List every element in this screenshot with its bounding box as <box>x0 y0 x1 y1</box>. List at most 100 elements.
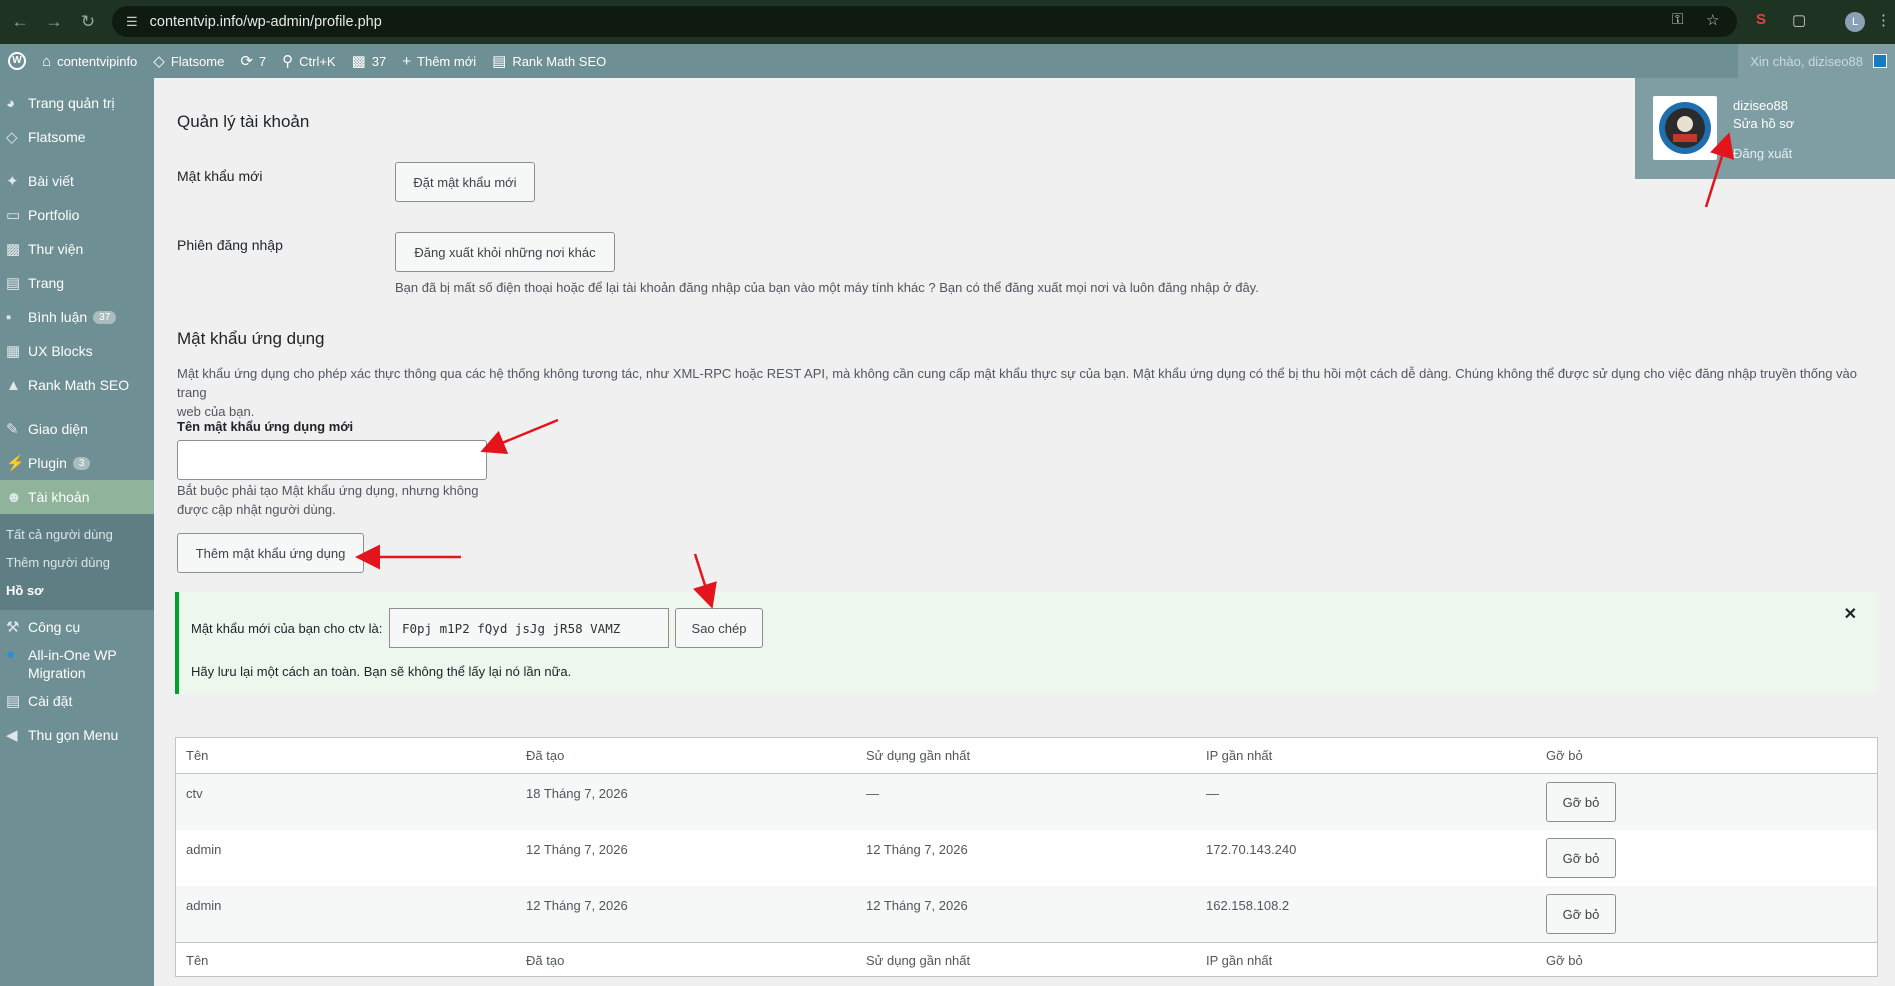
address-bar[interactable]: ☰ contentvip.info/wp-admin/profile.php <box>112 6 1737 37</box>
extension-s-icon[interactable]: S <box>1756 11 1766 28</box>
back-arrow-icon[interactable]: ← <box>6 8 34 36</box>
comment-icon: ▩ <box>351 53 366 70</box>
submenu-profile[interactable]: Hồ sơ <box>0 576 154 604</box>
sessions-label: Phiên đăng nhập <box>177 237 283 253</box>
notice-prefix: Mật khẩu mới của bạn cho <box>191 621 345 636</box>
cell-last-used: 12 Tháng 7, 2026 <box>866 842 968 857</box>
menu-rank-math[interactable]: ▲ Rank Math SEO <box>0 368 154 402</box>
wp-admin-bar: W ⌂ contentvipinfo ◇ Flatsome ⟳ 7 ⚲ Ctrl+K ▩… <box>0 44 1895 78</box>
close-notice-icon[interactable]: ✕ <box>1844 604 1857 624</box>
menu-plugins[interactable]: ⚡ Plugin 3 <box>0 446 154 480</box>
menu-migration[interactable]: ● All-in-One WP Migration <box>0 644 154 684</box>
menu-appearance[interactable]: ✎ Giao diện <box>0 412 154 446</box>
user-icon: ☻ <box>6 488 22 506</box>
logout-everywhere-button[interactable]: Đăng xuất khỏi những nơi khác <box>395 232 615 272</box>
logout-link[interactable]: Đăng xuất <box>1733 146 1792 161</box>
admin-bar-account[interactable]: Xin chào, diziseo88 <box>1738 44 1895 78</box>
cell-name: ctv <box>186 786 203 801</box>
site-settings-icon[interactable]: ☰ <box>126 14 138 30</box>
revoke-button[interactable]: Gỡ bỏ <box>1546 894 1616 934</box>
greeting-text: Xin chào, diziseo88 <box>1750 53 1863 69</box>
copy-password-button[interactable]: Sao chép <box>675 608 763 648</box>
extensions-puzzle-icon[interactable]: ▢ <box>1792 11 1806 29</box>
menu-tools[interactable]: ⚒ Công cụ <box>0 610 154 644</box>
pin-icon: ✦ <box>6 173 19 190</box>
footer-name[interactable]: Tên <box>186 953 208 968</box>
wordpress-logo-icon[interactable]: W <box>0 44 34 78</box>
key-icon[interactable]: ⚿ <box>1672 11 1683 28</box>
avatar-logo-icon <box>1659 102 1711 154</box>
submenu-all-users[interactable]: Tất cả người dùng <box>0 520 154 548</box>
header-name[interactable]: Tên <box>186 748 208 763</box>
app-password-hint: Bắt buộc phải tạo Mật khẩu ứng dụng, như… <box>177 481 478 519</box>
admin-bar-search[interactable]: ⚲ Ctrl+K <box>274 44 343 78</box>
add-app-password-button[interactable]: Thêm mật khẩu ứng dụng <box>177 533 364 573</box>
menu-label: Bình luận <box>28 309 88 325</box>
grid-icon: ▦ <box>6 343 21 360</box>
admin-sidebar: ◕ Trang quản trị ◇ Flatsome ✦ Bài viết ▭ Por… <box>0 78 154 986</box>
menu-dashboard[interactable]: ◕ Trang quản trị <box>0 86 154 120</box>
cell-last-used: 12 Tháng 7, 2026 <box>866 898 968 913</box>
admin-bar-new[interactable]: + Thêm mới <box>394 44 484 78</box>
profile-avatar[interactable]: L <box>1845 12 1865 32</box>
app-passwords-desc-line1: Mật khẩu ứng dụng cho phép xác thực thôn… <box>177 366 1858 400</box>
new-app-password-name-input[interactable] <box>177 440 487 480</box>
menu-label: Thư viện <box>28 241 84 257</box>
menu-ux-blocks[interactable]: ▦ UX Blocks <box>0 334 154 368</box>
plus-icon: + <box>402 52 412 70</box>
admin-bar-site[interactable]: ⌂ contentvipinfo <box>34 44 145 78</box>
revoke-button[interactable]: Gỡ bỏ <box>1546 838 1616 878</box>
plug-icon: ⚡ <box>6 455 25 472</box>
reload-icon[interactable]: ↻ <box>74 8 102 36</box>
revoke-button[interactable]: Gỡ bỏ <box>1546 782 1616 822</box>
menu-collapse[interactable]: ◀ Thu gọn Menu <box>0 718 154 752</box>
menu-posts[interactable]: ✦ Bài viết <box>0 164 154 198</box>
avatar[interactable] <box>1653 96 1717 160</box>
menu-flatsome[interactable]: ◇ Flatsome <box>0 120 154 154</box>
migration-icon: ● <box>6 646 16 663</box>
app-passwords-desc-line2: web của bạn. <box>177 404 255 419</box>
footer-created[interactable]: Đã tạo <box>526 953 564 968</box>
menu-label: Flatsome <box>28 129 86 145</box>
footer-last-used[interactable]: Sử dụng gần nhất <box>866 953 970 968</box>
table-row: ctv 18 Tháng 7, 2026 — — Gỡ bỏ <box>176 774 1877 830</box>
more-menu-icon[interactable]: ⋮ <box>1876 11 1891 29</box>
menu-users[interactable]: ☻ Tài khoản <box>0 480 154 514</box>
admin-bar-theme[interactable]: ◇ Flatsome <box>145 44 232 78</box>
diamond-icon: ◇ <box>153 53 165 70</box>
brush-icon: ✎ <box>6 421 19 438</box>
table-row: admin 12 Tháng 7, 2026 12 Tháng 7, 2026 … <box>176 830 1877 886</box>
footer-last-ip[interactable]: IP gần nhất <box>1206 953 1272 968</box>
admin-bar-rank-math[interactable]: ▤ Rank Math SEO <box>484 44 614 78</box>
account-management-title: Quản lý tài khoản <box>177 112 310 131</box>
menu-label: UX Blocks <box>28 343 93 359</box>
menu-settings[interactable]: ▤ Cài đặt <box>0 684 154 718</box>
header-created[interactable]: Đã tạo <box>526 748 564 763</box>
submenu-add-user[interactable]: Thêm người dùng <box>0 548 154 576</box>
menu-comments[interactable]: ▪ Bình luận 37 <box>0 300 154 334</box>
url-text[interactable]: contentvip.info/wp-admin/profile.php <box>150 14 382 30</box>
menu-pages[interactable]: ▤ Trang <box>0 266 154 300</box>
edit-profile-link[interactable]: Sửa hồ sơ <box>1733 116 1794 131</box>
set-new-password-button[interactable]: Đặt mật khẩu mới <box>395 162 535 202</box>
header-last-used[interactable]: Sử dụng gần nhất <box>866 748 970 763</box>
menu-label: Thu gọn Menu <box>28 727 119 743</box>
admin-bar-comments[interactable]: ▩ 37 <box>344 44 395 78</box>
header-last-ip[interactable]: IP gần nhất <box>1206 748 1272 763</box>
star-icon[interactable]: ☆ <box>1706 11 1719 29</box>
plugins-badge: 3 <box>72 456 91 470</box>
cell-created: 12 Tháng 7, 2026 <box>526 842 628 857</box>
seo-label: Rank Math SEO <box>512 53 607 69</box>
admin-bar-updates[interactable]: ⟳ 7 <box>232 44 274 78</box>
browser-toolbar: ← → ↻ ☰ contentvip.info/wp-admin/profile… <box>0 0 1895 44</box>
generated-password-field[interactable]: F0pj m1P2 fQyd jsJg jR58 VAMZ <box>389 608 669 648</box>
media-icon: ▩ <box>6 241 21 258</box>
menu-portfolio[interactable]: ▭ Portfolio <box>0 198 154 232</box>
menu-media[interactable]: ▩ Thư viện <box>0 232 154 266</box>
main-content: Quản lý tài khoản Mật khẩu mới Đặt mật k… <box>154 78 1895 986</box>
forward-arrow-icon[interactable]: → <box>40 8 68 36</box>
comment-icon: ▪ <box>6 308 12 326</box>
comments-badge: 37 <box>93 310 117 324</box>
popover-username[interactable]: diziseo88 <box>1733 98 1788 113</box>
chart-icon: ▤ <box>492 53 507 70</box>
